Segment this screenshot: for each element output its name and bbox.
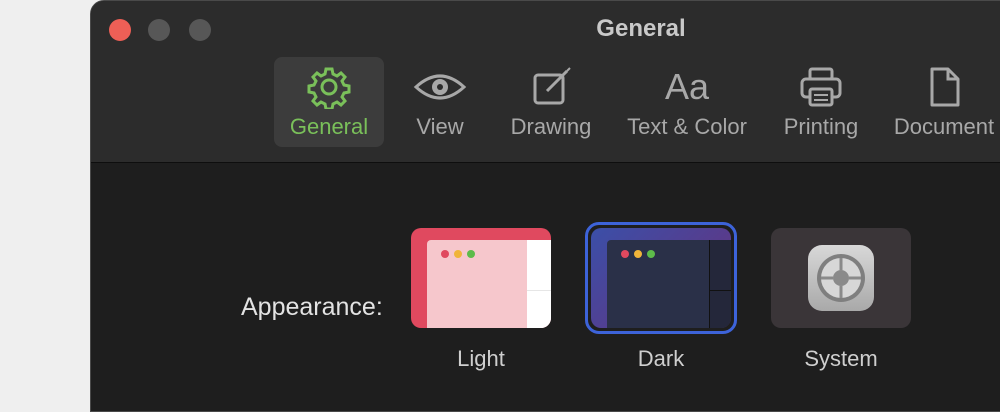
tab-label: Drawing xyxy=(510,114,592,139)
text-aa-icon: Aa xyxy=(619,65,755,109)
toolbar-tab-printing[interactable]: Printing xyxy=(771,57,871,147)
tab-label: Printing xyxy=(783,114,859,139)
minimize-button[interactable] xyxy=(148,19,170,41)
divider xyxy=(709,290,731,291)
eye-icon xyxy=(395,65,485,109)
appearance-light-label[interactable]: Light xyxy=(411,346,551,372)
appearance-label: Appearance: xyxy=(241,293,383,321)
tab-label: General xyxy=(289,114,369,139)
zoom-button[interactable] xyxy=(189,19,211,41)
printer-icon xyxy=(771,65,871,109)
gear-icon xyxy=(274,65,384,109)
preferences-window: General General View Drawing Aa Text & C… xyxy=(90,0,1000,412)
toolbar-tab-drawing[interactable]: Drawing xyxy=(501,57,601,147)
sidebar-preview xyxy=(527,240,551,328)
aa-glyph: Aa xyxy=(664,66,710,107)
system-settings-icon xyxy=(808,245,874,311)
tab-label: Text & Color xyxy=(627,114,747,139)
tab-label: View xyxy=(416,114,464,139)
appearance-light-thumbnail[interactable] xyxy=(411,228,551,328)
divider xyxy=(527,290,551,291)
tab-label: Document xyxy=(893,114,995,139)
toolbar-tab-text-color[interactable]: Aa Text & Color xyxy=(619,57,755,147)
pencil-square-icon xyxy=(501,65,601,109)
appearance-system-thumbnail[interactable] xyxy=(771,228,911,328)
toolbar-tab-view[interactable]: View xyxy=(395,57,485,147)
toolbar-tab-document[interactable]: Document xyxy=(888,57,1000,147)
sidebar-preview xyxy=(709,240,731,328)
appearance-dark-label[interactable]: Dark xyxy=(591,346,731,372)
title-bar: General General View Drawing Aa Text & C… xyxy=(91,1,1000,163)
window-title: General xyxy=(596,15,686,42)
appearance-system-label[interactable]: System xyxy=(771,346,911,372)
appearance-dark-thumbnail[interactable] xyxy=(591,228,731,328)
close-button[interactable] xyxy=(109,19,131,41)
toolbar-tab-general[interactable]: General xyxy=(274,57,384,147)
document-icon xyxy=(888,65,1000,109)
